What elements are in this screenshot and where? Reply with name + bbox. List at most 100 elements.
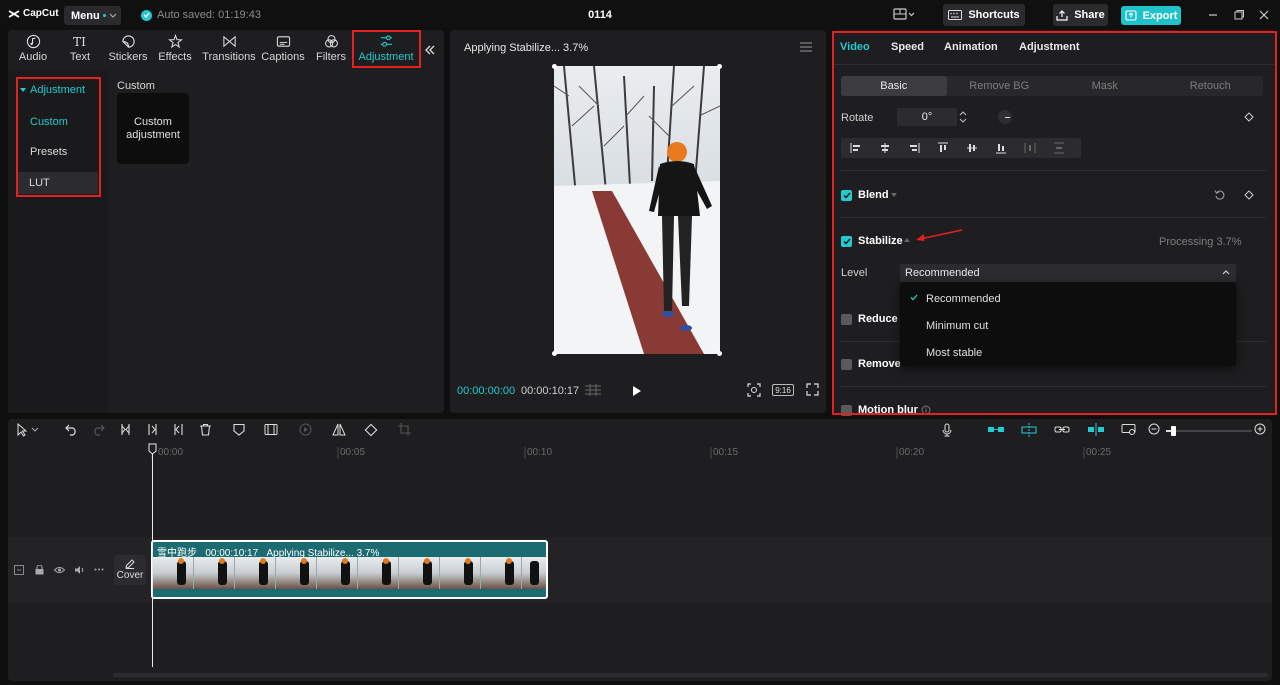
level-select[interactable]: Recommended: [900, 264, 1236, 282]
minimize-icon[interactable]: [1207, 9, 1219, 21]
keyframe-icon[interactable]: [1244, 112, 1254, 122]
timeline-ruler[interactable]: 00:00 00:05 00:10 00:15 00:20 00:25: [8, 443, 1272, 461]
select-tool-icon[interactable]: [16, 423, 40, 437]
rotate-value: 0°: [921, 111, 933, 123]
rotate-dial[interactable]: [998, 110, 1012, 124]
align-center-v-icon[interactable]: [957, 142, 986, 154]
tab-filters[interactable]: Filters: [316, 34, 346, 66]
subtab-remove-bg[interactable]: Remove BG: [947, 76, 1053, 96]
resize-handle[interactable]: [552, 64, 557, 69]
player-menu-icon[interactable]: [800, 42, 812, 52]
resize-handle[interactable]: [717, 351, 722, 356]
align-left-icon[interactable]: [841, 142, 870, 154]
timeline-toolbar: [8, 419, 1272, 443]
reset-icon[interactable]: [1214, 189, 1226, 201]
option-minimum-cut[interactable]: Minimum cut: [926, 320, 988, 332]
export-button[interactable]: Export: [1121, 6, 1181, 25]
align-center-h-icon[interactable]: [870, 142, 899, 154]
subtab-mask[interactable]: Mask: [1052, 76, 1158, 96]
remove-checkbox[interactable]: [841, 359, 852, 370]
info-icon[interactable]: [921, 405, 931, 415]
keyboard-icon: [948, 10, 963, 20]
subtab-retouch[interactable]: Retouch: [1158, 76, 1264, 96]
option-recommended[interactable]: Recommended: [926, 293, 1001, 305]
speaker-icon[interactable]: [74, 565, 85, 575]
sidebar-header[interactable]: Adjustment: [20, 84, 85, 96]
sidebar-item-presets[interactable]: Presets: [16, 141, 96, 163]
auto-snap-icon[interactable]: [1020, 423, 1038, 437]
undo-icon[interactable]: [65, 423, 78, 436]
sidebar-item-custom[interactable]: Custom: [16, 111, 96, 133]
sidebar-item-lut[interactable]: LUT: [16, 172, 98, 194]
collapse-panel-icon[interactable]: [424, 44, 436, 56]
keyframe-icon[interactable]: [1244, 190, 1254, 200]
shortcuts-button[interactable]: Shortcuts: [943, 4, 1025, 26]
subtab-basic[interactable]: Basic: [841, 76, 947, 96]
zoom-in-icon[interactable]: [1254, 423, 1266, 435]
video-clip[interactable]: 雪中跑步 00:00:10:17 Applying Stabilize... 3…: [151, 540, 548, 599]
track-collapse-icon[interactable]: [14, 565, 24, 575]
tab-effects[interactable]: Effects: [158, 34, 192, 66]
zoom-out-icon[interactable]: [1148, 423, 1160, 435]
split-right-icon[interactable]: [172, 423, 185, 436]
fullscreen-fit-icon[interactable]: [747, 383, 761, 397]
preview-axis-icon[interactable]: [1087, 423, 1105, 436]
tab-speed[interactable]: Speed: [891, 41, 924, 53]
align-bottom-icon[interactable]: [986, 142, 1015, 154]
layout-icon[interactable]: [893, 8, 915, 22]
timecode-list-icon[interactable]: [584, 384, 602, 396]
zoom-slider[interactable]: [1166, 426, 1252, 436]
mirror-icon[interactable]: [332, 423, 346, 436]
share-button[interactable]: Share: [1053, 4, 1108, 26]
stabilize-checkbox[interactable]: [841, 236, 852, 247]
section-divider: [841, 386, 1267, 387]
split-left-icon[interactable]: [146, 423, 159, 436]
blend-checkbox[interactable]: [841, 190, 852, 201]
rotate-clip-icon[interactable]: [364, 423, 378, 437]
thumbnail-toggle-icon[interactable]: [1121, 423, 1137, 436]
eye-icon[interactable]: [54, 566, 65, 574]
caret-down-icon[interactable]: [891, 193, 897, 197]
resize-handle[interactable]: [552, 351, 557, 356]
align-right-icon[interactable]: [899, 142, 928, 154]
tab-adjustment-props[interactable]: Adjustment: [1019, 41, 1080, 53]
cover-button[interactable]: Cover: [114, 555, 146, 585]
aspect-ratio-button[interactable]: 9:16: [772, 384, 794, 396]
microphone-icon[interactable]: [942, 423, 952, 437]
maximize-icon[interactable]: [1233, 9, 1245, 21]
play-icon[interactable]: [632, 385, 642, 397]
split-icon[interactable]: [119, 423, 132, 436]
menu-button[interactable]: Menu: [64, 6, 121, 25]
option-most-stable[interactable]: Most stable: [926, 347, 982, 359]
playhead[interactable]: [152, 445, 153, 667]
fullscreen-icon[interactable]: [806, 383, 819, 396]
rotate-input[interactable]: 0°: [897, 108, 957, 126]
tab-stickers[interactable]: Stickers: [108, 34, 148, 66]
lock-icon[interactable]: [35, 565, 44, 575]
caret-up-icon[interactable]: [904, 238, 910, 242]
motion-blur-checkbox[interactable]: [841, 405, 852, 416]
delete-icon[interactable]: [199, 423, 212, 436]
zoom-slider-thumb[interactable]: [1171, 426, 1176, 436]
rotate-stepper-icon[interactable]: [959, 110, 967, 124]
link-icon[interactable]: [1054, 423, 1070, 436]
tab-audio[interactable]: Audio: [18, 34, 48, 66]
tab-captions[interactable]: Captions: [261, 34, 305, 66]
tab-text[interactable]: TI Text: [69, 34, 91, 66]
resize-handle[interactable]: [717, 64, 722, 69]
tab-adjustment[interactable]: Adjustment: [357, 34, 415, 66]
more-icon[interactable]: [94, 568, 104, 571]
tab-transitions[interactable]: Transitions: [202, 34, 256, 66]
reduce-checkbox[interactable]: [841, 314, 852, 325]
tab-video[interactable]: Video: [840, 41, 870, 53]
mark-icon[interactable]: [233, 423, 245, 436]
custom-adjustment-card[interactable]: Custom adjustment: [117, 93, 189, 164]
align-top-icon[interactable]: [928, 142, 957, 154]
main-track-magnet-icon[interactable]: [987, 423, 1005, 436]
tab-animation[interactable]: Animation: [944, 41, 998, 53]
horizontal-scrollbar[interactable]: [113, 673, 1268, 677]
video-preview[interactable]: [554, 66, 720, 354]
freeze-icon[interactable]: [264, 423, 278, 436]
playhead-handle[interactable]: [148, 443, 157, 455]
close-icon[interactable]: [1258, 9, 1270, 21]
